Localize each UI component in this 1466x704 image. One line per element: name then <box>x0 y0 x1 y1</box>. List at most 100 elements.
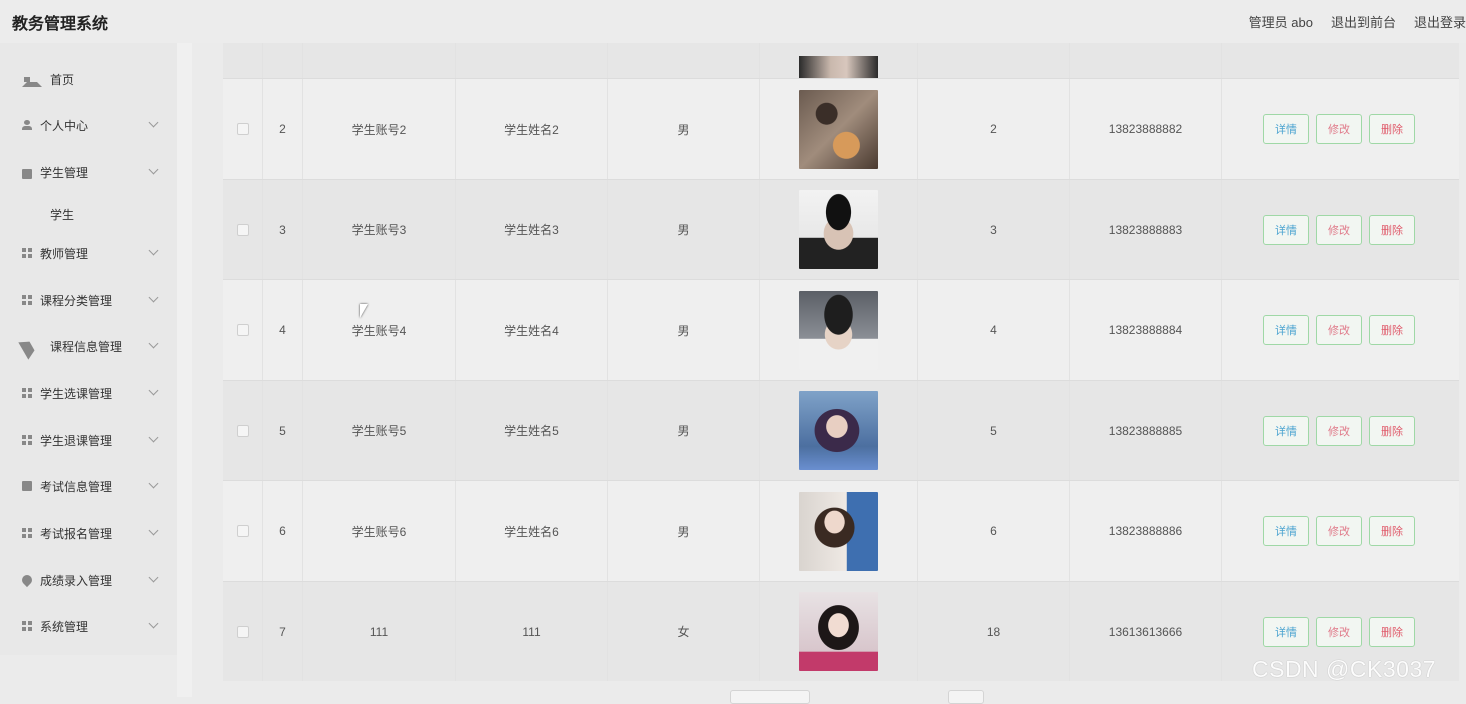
delete-button[interactable]: 删除 <box>1369 616 1415 647</box>
student-phone: 13613613666 <box>1070 582 1222 681</box>
detail-button[interactable]: 详情 <box>1263 114 1309 144</box>
briefcase-icon <box>22 168 32 179</box>
sidebar-item-label: 课程信息管理 <box>50 339 123 354</box>
sidebar-item-label: 教师管理 <box>40 246 89 261</box>
delete-button[interactable]: 删除 <box>1369 415 1415 446</box>
student-phone: 13823888886 <box>1070 481 1222 581</box>
detail-button[interactable]: 详情 <box>1263 616 1309 647</box>
sidebar-item-label: 系统管理 <box>40 619 89 634</box>
sidebar-item-label: 课程分类管理 <box>40 293 113 308</box>
student-account: 111 <box>303 582 456 681</box>
student-photo <box>799 190 878 269</box>
sidebar-item-course-withdrawal[interactable]: 学生退课管理 <box>0 425 177 455</box>
sidebar-item-course-selection[interactable]: 学生选课管理 <box>0 378 177 408</box>
row-checkbox[interactable] <box>236 625 249 638</box>
delete-button[interactable]: 删除 <box>1369 214 1415 245</box>
sidebar-item-label: 学生管理 <box>40 165 89 180</box>
sidebar-item-label: 学生选课管理 <box>40 386 113 401</box>
edit-button[interactable]: 修改 <box>1316 616 1362 647</box>
table-row <box>223 43 1459 79</box>
chevron-down-icon <box>148 525 159 536</box>
detail-button[interactable]: 详情 <box>1263 516 1309 546</box>
sidebar-item-label: 首页 <box>50 72 75 87</box>
grid-icon <box>22 435 32 445</box>
admin-label: 管理员 abo <box>1248 15 1313 30</box>
row-checkbox[interactable] <box>236 223 249 236</box>
delete-button[interactable]: 删除 <box>1369 516 1415 546</box>
sidebar-item-home[interactable]: 首页 <box>0 64 177 94</box>
student-photo <box>799 89 878 169</box>
student-phone: 13823888885 <box>1070 381 1222 480</box>
sidebar-item-label: 成绩录入管理 <box>40 573 113 588</box>
student-phone: 13823888884 <box>1070 280 1222 380</box>
student-table: 2 学生账号2 学生姓名2 男 2 13823888882 详情 修改 删除 3… <box>223 43 1459 681</box>
top-bar: 教务管理系统 管理员 abo 退出到前台 退出登录 <box>0 0 1466 43</box>
detail-button[interactable]: 详情 <box>1263 415 1309 446</box>
student-account: 学生账号5 <box>303 381 456 480</box>
pagination-size-select[interactable] <box>730 690 810 704</box>
table-row: 4 学生账号4 学生姓名4 男 4 13823888884 详情 修改 删除 <box>223 280 1459 381</box>
student-phone: 13823888883 <box>1070 180 1222 279</box>
edit-button[interactable]: 修改 <box>1316 214 1362 245</box>
student-number: 2 <box>918 79 1070 179</box>
student-name: 学生姓名3 <box>456 180 608 279</box>
row-checkbox[interactable] <box>236 324 249 336</box>
chevron-down-icon <box>148 117 159 128</box>
row-index: 5 <box>263 381 303 480</box>
student-account: 学生账号6 <box>303 481 456 581</box>
sidebar-item-exam-registration[interactable]: 考试报名管理 <box>0 518 177 548</box>
sidebar-item-course-categories[interactable]: 课程分类管理 <box>0 285 177 315</box>
chevron-down-icon <box>148 618 159 629</box>
edit-button[interactable]: 修改 <box>1316 516 1362 546</box>
sidebar-item-students[interactable]: 学生管理 <box>0 157 177 187</box>
student-gender: 男 <box>608 381 760 480</box>
watermark: CSDN @CK3037 <box>1252 656 1437 682</box>
sidebar-item-teachers[interactable]: 教师管理 <box>0 238 177 268</box>
row-index: 2 <box>263 79 303 179</box>
student-phone: 13823888882 <box>1070 79 1222 179</box>
row-checkbox[interactable] <box>236 123 249 135</box>
sidebar-subitem-student[interactable]: 学生 <box>50 206 74 223</box>
delete-button[interactable]: 删除 <box>1369 315 1415 345</box>
student-name: 学生姓名6 <box>456 481 608 581</box>
student-number: 3 <box>918 180 1070 279</box>
table-row: 6 学生账号6 学生姓名6 男 6 13823888886 详情 修改 删除 <box>223 481 1459 582</box>
grid-icon <box>22 248 32 258</box>
edit-button[interactable]: 修改 <box>1316 415 1362 446</box>
student-name: 111 <box>456 582 608 681</box>
sidebar-item-label: 考试信息管理 <box>40 479 113 494</box>
student-gender: 男 <box>608 280 760 380</box>
sidebar-item-grade-entry[interactable]: 成绩录入管理 <box>0 565 177 595</box>
sidebar-item-system[interactable]: 系统管理 <box>0 611 177 641</box>
chevron-down-icon <box>148 572 159 583</box>
grid-icon <box>22 388 32 398</box>
pagination-jump-input[interactable] <box>948 690 984 704</box>
student-gender: 男 <box>608 481 760 581</box>
student-photo <box>799 391 878 470</box>
delete-button[interactable]: 删除 <box>1369 114 1415 144</box>
grid-icon <box>22 528 32 538</box>
chevron-down-icon <box>148 338 159 349</box>
detail-button[interactable]: 详情 <box>1263 214 1309 245</box>
grid-icon <box>22 295 32 305</box>
sidebar: 首页 个人中心 学生管理 学生 教师管理 课程分类管理 课程信息管理 学生选课管… <box>0 43 177 655</box>
row-index: 3 <box>263 180 303 279</box>
sidebar-item-exam-info[interactable]: 考试信息管理 <box>0 471 177 501</box>
home-icon <box>22 72 42 87</box>
pin-icon <box>19 572 35 588</box>
sidebar-item-label: 考试报名管理 <box>40 526 113 541</box>
student-photo <box>799 56 878 78</box>
student-account: 学生账号3 <box>303 180 456 279</box>
logout-link[interactable]: 退出登录 <box>1414 12 1466 31</box>
row-checkbox[interactable] <box>236 525 249 537</box>
sidebar-item-course-info[interactable]: 课程信息管理 <box>0 331 177 361</box>
back-to-front-link[interactable]: 退出到前台 <box>1331 12 1396 31</box>
sidebar-item-profile[interactable]: 个人中心 <box>0 110 177 140</box>
edit-button[interactable]: 修改 <box>1316 315 1362 345</box>
student-gender: 男 <box>608 79 760 179</box>
student-account: 学生账号2 <box>303 79 456 179</box>
row-checkbox[interactable] <box>236 424 249 437</box>
student-number: 4 <box>918 280 1070 380</box>
edit-button[interactable]: 修改 <box>1316 114 1362 144</box>
detail-button[interactable]: 详情 <box>1263 315 1309 345</box>
